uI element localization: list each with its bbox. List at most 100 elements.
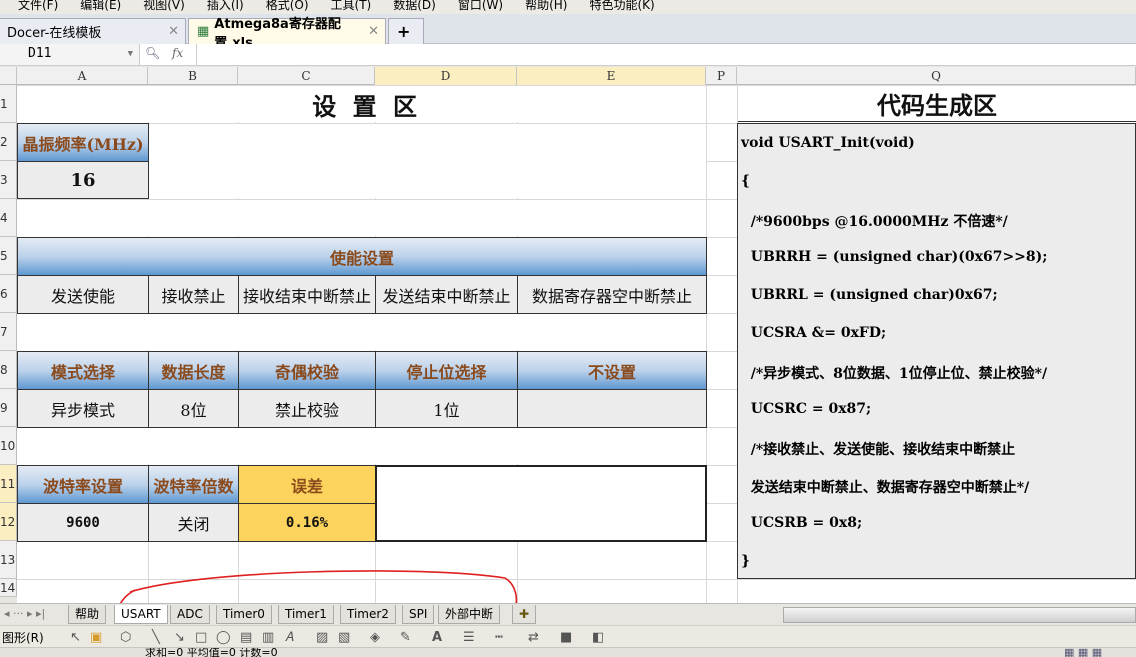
row-header-3[interactable]: 3 [0, 161, 17, 199]
line-icon[interactable]: ╲ [152, 630, 160, 645]
sheet-tab-timer1[interactable]: Timer1 [278, 605, 334, 624]
zoom-search-icon[interactable]: 🔍︎ [145, 46, 160, 60]
select-objects-icon[interactable]: ▣ [90, 630, 102, 645]
code-line: UCSRA &= 0xFD; [741, 325, 887, 341]
function-icon[interactable]: fx [172, 46, 183, 60]
line-color-icon[interactable]: ✎ [400, 630, 411, 645]
add-sheet-button[interactable]: ✚ [512, 605, 537, 624]
close-icon[interactable]: ✕ [368, 24, 379, 39]
menu-file[interactable]: 文件(F) [18, 0, 58, 14]
enable-transmit[interactable]: 发送使能 [17, 275, 149, 314]
row-header-13[interactable]: 13 [0, 541, 17, 579]
row-header-1[interactable]: 1 [0, 85, 17, 123]
horizontal-scrollbar[interactable] [783, 607, 1136, 623]
view-mode-icons[interactable]: ▦ ▦ ▦ [1064, 648, 1102, 657]
clipart-icon[interactable]: ▧ [338, 630, 350, 645]
menu-help[interactable]: 帮助(H) [525, 0, 567, 14]
vertical-textbox-icon[interactable]: ▥ [262, 630, 274, 645]
parity-value[interactable]: 禁止校验 [238, 389, 376, 428]
sheet-tab-timer2[interactable]: Timer2 [340, 605, 396, 624]
column-header-c[interactable]: C [238, 67, 375, 85]
row-header-4[interactable]: 4 [0, 199, 17, 237]
code-line: UBRRH = (unsigned char)(0x67>>8); [741, 249, 1048, 265]
crystal-frequency-value[interactable]: 16 [17, 161, 149, 199]
autoshapes-icon[interactable]: ⬡ [120, 630, 131, 645]
menu-edit[interactable]: 编辑(E) [80, 0, 121, 14]
arrow-icon[interactable]: ↘ [174, 630, 185, 645]
cell-reference: D11 [28, 46, 52, 61]
column-header-e[interactable]: E [517, 67, 706, 85]
baud-rate-value[interactable]: 9600 [17, 503, 149, 542]
dash-style-icon[interactable]: ┅ [495, 630, 503, 645]
ellipse-icon[interactable]: ◯ [216, 630, 231, 645]
row-header-10[interactable]: 10 [0, 427, 17, 465]
shadow-icon[interactable]: ■ [560, 630, 572, 645]
no-setting-value[interactable] [517, 389, 707, 428]
menu-data[interactable]: 数据(D) [393, 0, 436, 14]
column-header-b[interactable]: B [148, 67, 238, 85]
code-line: /*异步模式、8位数据、1位停止位、禁止校验*/ [741, 366, 1048, 382]
textbox-icon[interactable]: ▤ [240, 630, 252, 645]
baud-rate-header: 波特率设置 [17, 465, 149, 504]
drawing-menu[interactable]: 图形(R) [2, 629, 44, 646]
cursor-icon[interactable]: ↖ [70, 630, 81, 645]
sheet-tab-adc[interactable]: ADC [170, 605, 210, 624]
enable-udre-interrupt[interactable]: 数据寄存器空中断禁止 [517, 275, 707, 314]
rectangle-icon[interactable]: □ [195, 630, 207, 645]
row-header-5[interactable]: 5 [0, 237, 17, 275]
double-speed-value[interactable]: 关闭 [148, 503, 239, 542]
close-icon[interactable]: ✕ [168, 24, 179, 39]
merged-empty [149, 124, 706, 198]
wordart-icon[interactable]: 𝐴 [285, 630, 294, 645]
stop-bit-header: 停止位选择 [375, 351, 518, 390]
column-headers: A B C D E P Q [0, 67, 1136, 85]
row-header-9[interactable]: 9 [0, 389, 17, 427]
column-header-a[interactable]: A [17, 67, 148, 85]
column-header-p[interactable]: P [706, 67, 737, 85]
font-color-icon[interactable]: A [432, 630, 442, 645]
enable-tx-complete-interrupt[interactable]: 发送结束中断禁止 [375, 275, 518, 314]
data-length-value[interactable]: 8位 [148, 389, 239, 428]
line-style-icon[interactable]: ☰ [463, 630, 475, 645]
formula-input[interactable] [196, 44, 1136, 65]
enable-receive[interactable]: 接收禁止 [148, 275, 239, 314]
column-header-q[interactable]: Q [737, 67, 1136, 85]
doc-tab-xls[interactable]: ▦ Atmega8a寄存器配置.xls ✕ [188, 17, 386, 51]
new-tab-button[interactable]: + [388, 18, 424, 44]
sheet-tab-spi[interactable]: SPI [402, 605, 435, 624]
row-header-6[interactable]: 6 [0, 275, 17, 313]
row-header-11[interactable]: 11 [0, 465, 17, 503]
selected-cell-d11[interactable] [375, 465, 707, 542]
sheet-tab-timer0[interactable]: Timer0 [216, 605, 272, 624]
menu-view[interactable]: 视图(V) [143, 0, 185, 14]
generated-code-block[interactable]: void USART_Init(void) { /*9600bps @16.000… [737, 123, 1136, 579]
fill-color-icon[interactable]: ◈ [370, 630, 380, 645]
column-header-d[interactable]: D [375, 67, 517, 85]
menu-features[interactable]: 特色功能(K) [589, 0, 654, 14]
sheet-tab-bar: ◂ ··· ▸ ▸| 帮助 USART ADC Timer0 Timer1 Timer2 S… [0, 603, 1136, 625]
code-line: /*接收禁止、发送使能、接收结束中断禁止 [741, 442, 1016, 458]
row-header-7[interactable]: 7 [0, 313, 17, 351]
arrow-style-icon[interactable]: ⇄ [528, 630, 539, 645]
name-box[interactable]: D11 ▼ [0, 44, 140, 65]
mode-value[interactable]: 异步模式 [17, 389, 149, 428]
row-header-12[interactable]: 12 [0, 503, 17, 541]
formula-bar: D11 ▼ 🔍︎ fx [0, 44, 1136, 66]
row-header-8[interactable]: 8 [0, 351, 17, 389]
stop-bit-value[interactable]: 1位 [375, 389, 518, 428]
chevron-down-icon[interactable]: ▼ [128, 49, 133, 59]
code-line: UBRRL = (unsigned char)0x67; [741, 287, 998, 303]
sheet-tab-帮助[interactable]: 帮助 [68, 605, 107, 624]
sheet-tab-外部中断[interactable]: 外部中断 [438, 605, 501, 624]
sheet-tab-usart[interactable]: USART [114, 605, 168, 624]
doc-tab-docer[interactable]: Docer-在线模板 ✕ [0, 18, 186, 44]
row-header-2[interactable]: 2 [0, 123, 17, 161]
3d-icon[interactable]: ◧ [592, 630, 604, 645]
error-value: 0.16% [238, 503, 376, 542]
row-header-14[interactable]: 14 [0, 579, 17, 597]
select-all-corner[interactable] [0, 67, 17, 85]
menu-window[interactable]: 窗口(W) [458, 0, 503, 14]
enable-rx-complete-interrupt[interactable]: 接收结束中断禁止 [238, 275, 376, 314]
picture-icon[interactable]: ▨ [316, 630, 328, 645]
sheet-nav-arrows-icon[interactable]: ◂ ··· ▸ ▸| [4, 607, 45, 620]
